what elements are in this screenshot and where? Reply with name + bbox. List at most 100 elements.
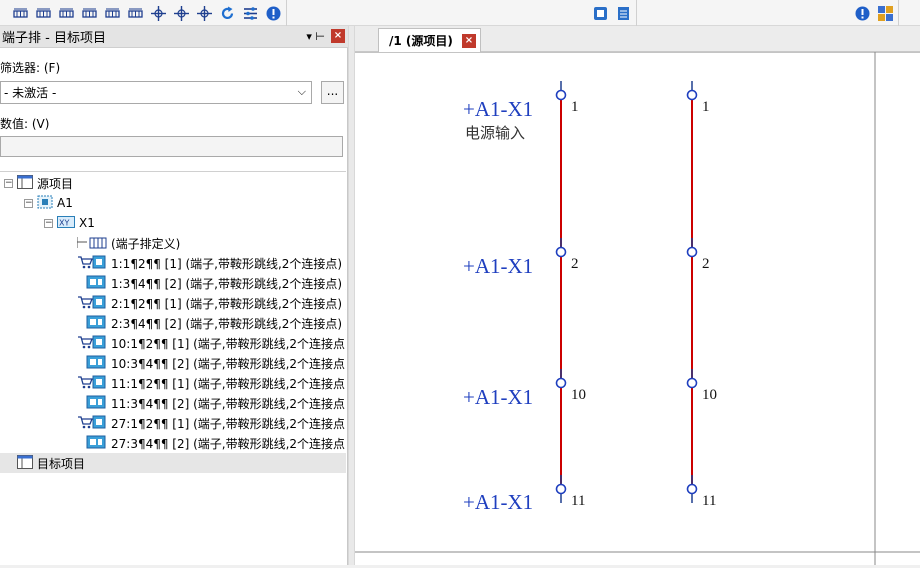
- toolbar-group-terminals: [8, 0, 287, 26]
- palette-icon[interactable]: [877, 5, 894, 22]
- terminal-placed-icon: [77, 435, 107, 452]
- tree-node[interactable]: 11:3¶4¶¶ [2] (端子,带鞍形跳线,2个连接点) /1.4: [0, 393, 346, 413]
- tree-expander-icon[interactable]: −: [24, 198, 33, 208]
- crosshair-icon[interactable]: [150, 5, 167, 22]
- terminal-strip-icon[interactable]: [12, 5, 29, 22]
- tree-node-label: 源项目: [37, 176, 74, 191]
- svg-text:XY: XY: [59, 218, 69, 227]
- terminal-cart-icon: [77, 335, 107, 352]
- settings-lines-icon[interactable]: [242, 5, 259, 22]
- chevron-down-icon: ⌵: [297, 85, 306, 98]
- filter-select-value: - 未激活 -: [4, 86, 57, 100]
- connection-point-icon: [555, 483, 567, 495]
- terminal-3d-icon[interactable]: [127, 5, 144, 22]
- tree-node-label: 目标项目: [37, 456, 86, 471]
- main-toolbar: [0, 0, 920, 26]
- terminal-placed-icon: [77, 315, 107, 332]
- tree-node-label: 1:3¶4¶¶ [2] (端子,带鞍形跳线,2个连接点) /1.4: [111, 276, 346, 291]
- tree-node[interactable]: − 源项目: [0, 173, 73, 193]
- device-icon: [37, 195, 53, 212]
- tree-node[interactable]: 2:1¶2¶¶ [1] (端子,带鞍形跳线,2个连接点) /1: [0, 293, 346, 313]
- terminal-number: 2: [702, 256, 710, 272]
- terminal-column-b: 1 2 10 11: [686, 81, 717, 509]
- refresh-icon[interactable]: [219, 5, 236, 22]
- terminal-cart-icon: [77, 375, 107, 392]
- filter-select[interactable]: - 未激活 - ⌵: [0, 81, 312, 104]
- tree-node[interactable]: 1:1¶2¶¶ [1] (端子,带鞍形跳线,2个连接点) /1: [0, 253, 346, 273]
- project-tree: − 源项目 − A1− XY X1 (端子排定义) 1:1¶2¶¶ [1] (端子,带鞍形跳线…: [0, 171, 346, 565]
- terminal-strip-panel: 端子排 - 目标项目 ▾ ⊢ × 筛选器: (F) - 未激活 - ⌵ ... …: [0, 26, 348, 565]
- terminal-plug-icon[interactable]: [58, 5, 75, 22]
- document-tab-bar: /1 (源项目) ×: [355, 26, 920, 52]
- connection-point-icon: [686, 89, 698, 101]
- terminal-placed-icon: [77, 275, 107, 292]
- filter-label: 筛选器: (F): [0, 61, 61, 75]
- tree-node[interactable]: 27:1¶2¶¶ [1] (端子,带鞍形跳线,2个连接点): [0, 413, 346, 433]
- device-tag: +A1-X1: [463, 385, 533, 409]
- tree-node-label: 11:3¶4¶¶ [2] (端子,带鞍形跳线,2个连接点) /1.4: [111, 396, 346, 411]
- panel-title-bar: 端子排 - 目标项目 ▾ ⊢ ×: [0, 26, 348, 48]
- tree-node-label: A1: [57, 196, 73, 210]
- panel-splitter[interactable]: [348, 26, 355, 565]
- tree-node-label: (端子排定义): [111, 236, 181, 251]
- crosshair-off-icon[interactable]: [196, 5, 213, 22]
- connection-point-icon: [686, 483, 698, 495]
- tree-node-label: X1: [79, 216, 95, 230]
- terminal-icon[interactable]: [35, 5, 52, 22]
- connection-point-icon: [555, 89, 567, 101]
- tree-node-label: 2:3¶4¶¶ [2] (端子,带鞍形跳线,2个连接点) /1.4: [111, 316, 346, 331]
- caption-power-input: 电源输入: [465, 124, 525, 142]
- terminal-2d-icon[interactable]: [104, 5, 121, 22]
- schematic-canvas[interactable]: +A1-X1 电源输入 +A1-X1 +A1-X1 +A1-X1 1 2 10 11 …: [355, 51, 920, 565]
- tree-node[interactable]: (端子排定义): [0, 233, 180, 253]
- tree-node[interactable]: − XY X1: [0, 213, 95, 233]
- panel-close-button[interactable]: ×: [331, 29, 345, 43]
- schematic-drawing: +A1-X1 电源输入 +A1-X1 +A1-X1 +A1-X1 121011 …: [355, 51, 920, 565]
- tree-node[interactable]: − A1: [0, 193, 73, 213]
- tree-node[interactable]: 27:3¶4¶¶ [2] (端子,带鞍形跳线,2个连接点): [0, 433, 346, 453]
- strip-definition-icon: [76, 235, 107, 252]
- navigator-icon[interactable]: [592, 5, 609, 22]
- terminal-number: 1: [571, 99, 579, 115]
- tree-node-label: 10:3¶4¶¶ [2] (端子,带鞍形跳线,2个连接点) /1.4: [111, 356, 346, 371]
- tab-label: /1 (源项目): [389, 34, 453, 48]
- tree-expander-icon[interactable]: −: [44, 218, 53, 228]
- crosshair-move-icon[interactable]: [173, 5, 190, 22]
- terminal-number: 10: [702, 387, 717, 403]
- terminal-bridge-icon[interactable]: [81, 5, 98, 22]
- tree-node[interactable]: 10:3¶4¶¶ [2] (端子,带鞍形跳线,2个连接点) /1.4: [0, 353, 346, 373]
- value-label: 数值: (V): [0, 117, 50, 131]
- terminal-number: 10: [571, 387, 586, 403]
- panel-title: 端子排 - 目标项目: [2, 31, 106, 46]
- project-icon: [17, 174, 33, 192]
- device-tag: +A1-X1: [463, 254, 533, 278]
- connection-point-icon: [686, 246, 698, 258]
- terminal-placed-icon: [77, 355, 107, 372]
- terminal-cart-icon: [77, 255, 107, 272]
- terminal-column-a: 1 2 10 11: [555, 81, 586, 509]
- filter-more-button[interactable]: ...: [321, 81, 344, 104]
- tree-node-label: 11:1¶2¶¶ [1] (端子,带鞍形跳线,2个连接点) /: [111, 376, 346, 391]
- tree-node[interactable]: 目标项目: [0, 453, 346, 473]
- tree-node[interactable]: 11:1¶2¶¶ [1] (端子,带鞍形跳线,2个连接点) /: [0, 373, 346, 393]
- info-icon[interactable]: [854, 5, 871, 22]
- value-input[interactable]: [0, 136, 343, 157]
- connection-point-icon: [686, 377, 698, 389]
- terminal-cart-icon: [77, 415, 107, 432]
- terminal-number: 11: [702, 493, 716, 509]
- tree-node[interactable]: 2:3¶4¶¶ [2] (端子,带鞍形跳线,2个连接点) /1.4: [0, 313, 346, 333]
- panel-pin-icon[interactable]: ▾ ⊢: [306, 30, 325, 43]
- connection-point-icon: [555, 246, 567, 258]
- tree-node-label: 1:1¶2¶¶ [1] (端子,带鞍形跳线,2个连接点) /1: [111, 256, 346, 271]
- device-tag: +A1-X1: [463, 97, 533, 121]
- tab-close-button[interactable]: ×: [462, 34, 476, 48]
- toolbar-group-navigation: [588, 0, 637, 26]
- tree-node[interactable]: 1:3¶4¶¶ [2] (端子,带鞍形跳线,2个连接点) /1.4: [0, 273, 346, 293]
- tree-node[interactable]: 10:1¶2¶¶ [1] (端子,带鞍形跳线,2个连接点) /: [0, 333, 346, 353]
- document-icon[interactable]: [615, 5, 632, 22]
- tab-page-1[interactable]: /1 (源项目) ×: [378, 28, 481, 52]
- tree-expander-icon[interactable]: −: [4, 178, 13, 188]
- tree-node-label: 27:1¶2¶¶ [1] (端子,带鞍形跳线,2个连接点): [111, 416, 346, 431]
- toolbar-group-extras: [850, 0, 899, 26]
- info-icon[interactable]: [265, 5, 282, 22]
